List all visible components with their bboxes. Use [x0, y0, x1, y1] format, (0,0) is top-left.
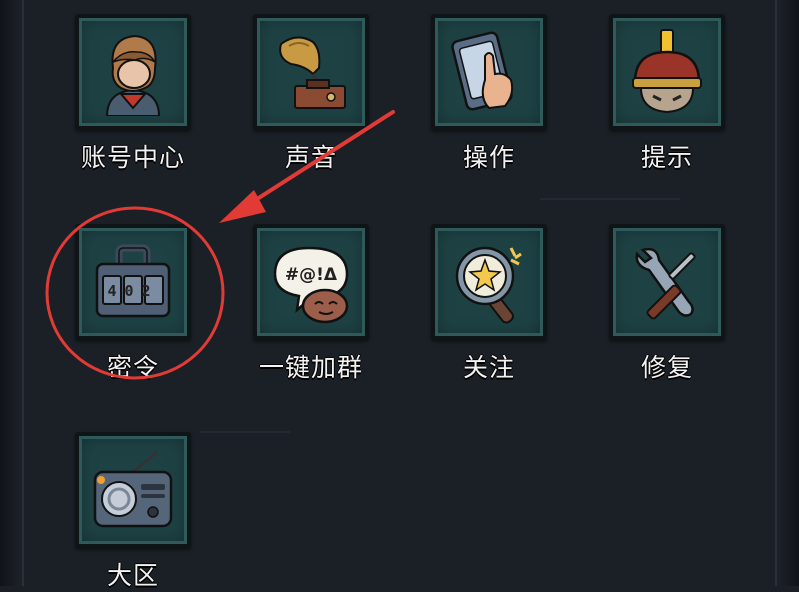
highlight-arrow-head	[219, 190, 266, 223]
menu-item-label: 关注	[462, 353, 515, 382]
code-lock-icon: 402	[95, 244, 171, 318]
chat-bubble-icon: #@!Δ	[273, 246, 349, 324]
region-tile[interactable]	[75, 432, 191, 548]
right-frame-border	[775, 0, 799, 586]
sound-tile[interactable]	[253, 14, 369, 130]
gramophone-icon	[279, 36, 346, 109]
magnifier-star-icon	[455, 246, 522, 324]
menu-item-label: 一键加群	[258, 353, 363, 382]
repair-tile[interactable]	[609, 224, 725, 340]
background-streak	[540, 198, 680, 200]
menu-item-label: 大区	[106, 561, 159, 590]
secret-code-tile[interactable]: 402	[75, 224, 191, 340]
menu-item-label: 修复	[640, 353, 693, 382]
account-center-tile[interactable]	[75, 14, 191, 130]
lock-digits: 402	[107, 282, 158, 300]
controls-tile[interactable]	[431, 14, 547, 130]
follow-tile[interactable]	[431, 224, 547, 340]
touch-phone-icon	[451, 31, 514, 111]
menu-item-label: 密令	[106, 353, 159, 382]
wrench-screwdriver-icon	[635, 247, 696, 320]
helmet-warrior-icon	[632, 29, 702, 114]
menu-item-label: 账号中心	[80, 143, 185, 172]
background-streak	[200, 431, 290, 433]
menu-item-label: 声音	[284, 143, 337, 172]
menu-item-label: 提示	[640, 143, 693, 172]
left-frame-border	[0, 0, 24, 586]
tips-tile[interactable]	[609, 14, 725, 130]
radio-icon	[93, 450, 173, 528]
chat-symbols: #@!Δ	[285, 265, 338, 285]
menu-item-label: 操作	[462, 143, 515, 172]
join-group-tile[interactable]: #@!Δ	[253, 224, 369, 340]
account-avatar-icon	[105, 34, 161, 116]
